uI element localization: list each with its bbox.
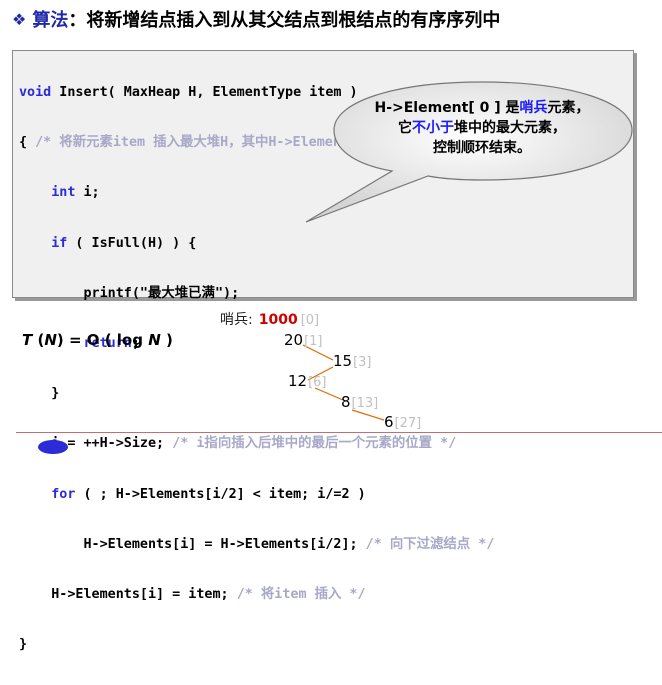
code-line-4: if ( IsFull(H) ) { bbox=[19, 234, 494, 254]
code-keyword: void bbox=[19, 85, 52, 100]
sentinel-caption: 哨兵: bbox=[220, 312, 253, 328]
code-keyword: if bbox=[51, 235, 68, 251]
diamond-bullet-icon: ❖ bbox=[12, 9, 27, 29]
code-line-9: for ( ; H->Elements[i/2] < item; i/=2 ) bbox=[19, 485, 494, 505]
code-text: { bbox=[19, 135, 36, 151]
title-colon: ： bbox=[68, 10, 87, 31]
tree-node: 8[13] bbox=[341, 393, 379, 411]
sentinel-index: [0] bbox=[300, 313, 320, 328]
code-line-11: H->Elements[i] = item; /* 将item 插入 */ bbox=[19, 585, 494, 605]
speech-bubble-text: H->Element[ 0 ] 是哨兵元素， 它不小于堆中的最大元素， 控制顺环… bbox=[336, 98, 628, 158]
bubble-line-3: 控制顺环结束。 bbox=[433, 140, 531, 156]
bubble-line-2: 它不小于堆中的最大元素， bbox=[398, 120, 566, 136]
code-line-3: int i; bbox=[19, 183, 494, 203]
code-keyword: for bbox=[51, 486, 76, 502]
complexity-formula: T (N) = O ( log N ) bbox=[22, 331, 173, 349]
code-comment: /* 将item 插入 */ bbox=[236, 586, 366, 602]
footer-logo-icon bbox=[38, 440, 68, 454]
code-text: i = ++H->Size; bbox=[51, 436, 173, 452]
title-label: 算法 bbox=[32, 10, 69, 31]
title-text: 将新增结点插入到从其父结点到根结点的有序序列中 bbox=[86, 10, 501, 31]
tree-node: 12[6] bbox=[288, 372, 327, 390]
footer-divider bbox=[16, 432, 662, 433]
code-block: void Insert( MaxHeap H, ElementType item… bbox=[12, 50, 634, 652]
code-line-5: printf("最大堆已满"); bbox=[19, 284, 494, 304]
code-keyword: int bbox=[51, 185, 76, 201]
code-text: H->Elements[i] = item; bbox=[51, 586, 237, 602]
slide-title: ❖ 算法 ： 将新增结点插入到从其父结点到根结点的有序序列中 bbox=[12, 6, 500, 32]
code-text: printf("最大堆已满"); bbox=[83, 285, 240, 301]
tree-node: 20[1] bbox=[284, 331, 323, 349]
code-line-7: } bbox=[19, 384, 494, 404]
tree-node: 6[27] bbox=[384, 413, 422, 431]
code-text: H->Elements[i] = H->Elements[i/2]; bbox=[83, 536, 366, 552]
bubble-line-1: H->Element[ 0 ] 是哨兵元素， bbox=[374, 100, 590, 116]
code-text: Insert( MaxHeap H, ElementType item ) bbox=[51, 85, 358, 100]
code-text: } bbox=[51, 386, 60, 402]
code-text: } bbox=[19, 637, 28, 653]
code-line-10: H->Elements[i] = H->Elements[i/2]; /* 向下… bbox=[19, 535, 495, 555]
sentinel-value: 1000 bbox=[258, 312, 298, 328]
code-text: ( IsFull(H) ) { bbox=[67, 235, 197, 251]
code-line-12: } bbox=[19, 635, 494, 655]
tree-node: 15[3] bbox=[333, 352, 372, 370]
code-line-8: i = ++H->Size; /* i指向插入后堆中的最后一个元素的位置 */ bbox=[19, 434, 494, 454]
code-text: i; bbox=[75, 185, 100, 201]
code-comment: /* 向下过滤结点 */ bbox=[365, 536, 495, 552]
code-comment: /* i指向插入后堆中的最后一个元素的位置 */ bbox=[172, 436, 457, 452]
sentinel-label: 哨兵: 1000 [0] bbox=[220, 309, 319, 329]
code-text: ( ; H->Elements[i/2] < item; i/=2 ) bbox=[75, 486, 366, 502]
